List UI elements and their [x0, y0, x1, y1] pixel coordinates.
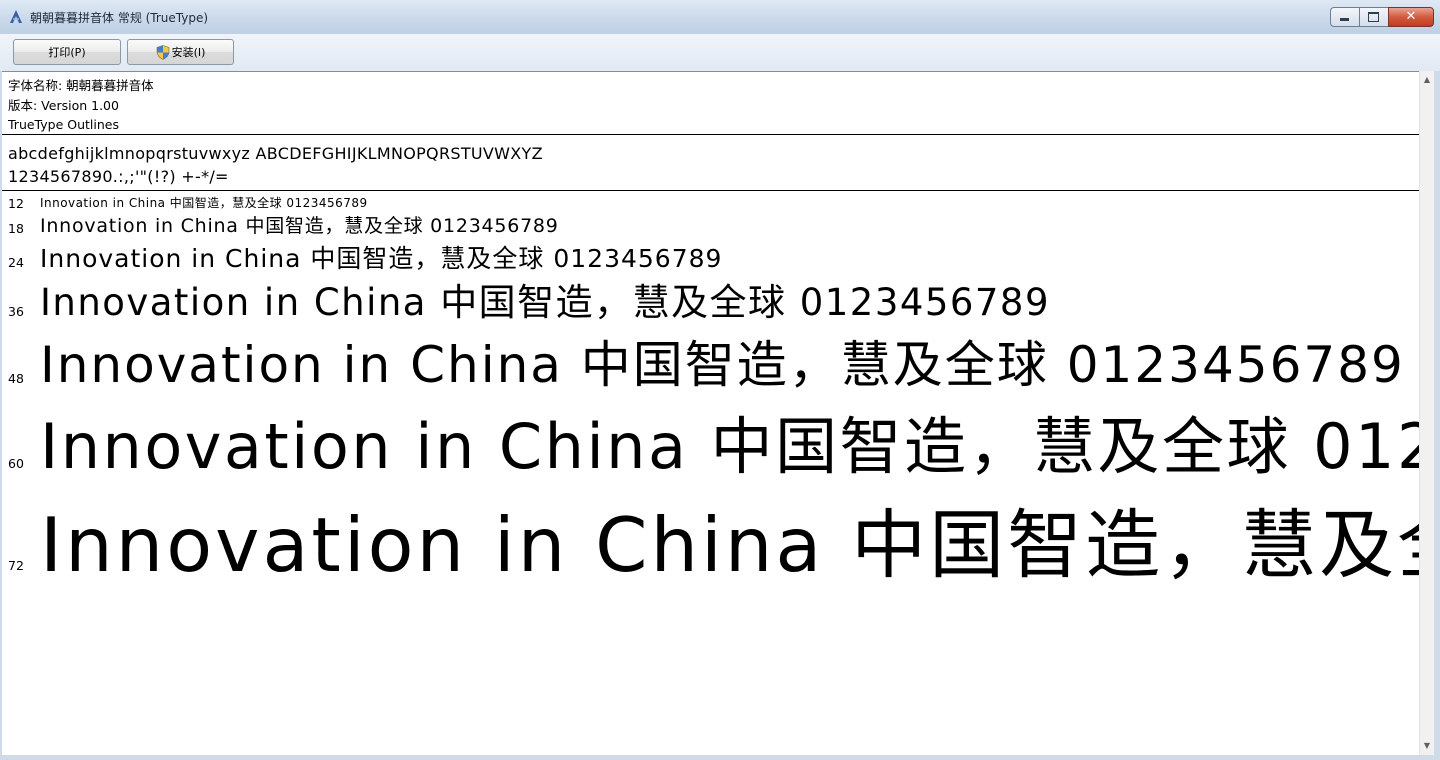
size-label-60: 60 [8, 456, 24, 471]
character-set: abcdefghijklmnopqrstuvwxyz ABCDEFGHIJKLM… [8, 142, 543, 188]
size-label-48: 48 [8, 371, 24, 386]
vertical-scrollbar[interactable]: ▲ ▼ [1419, 71, 1434, 755]
size-label-36: 36 [8, 304, 24, 319]
digits-symbols-line: 1234567890.:,;'"(!?) +-*/= [8, 167, 229, 186]
install-button[interactable]: 安装(I) [127, 39, 234, 65]
sample-text-48: Innovation in China 中国智造，慧及全球 0123456789 [40, 336, 1405, 394]
font-info: 字体名称: 朝朝暮暮拼音体 版本: Version 1.00 TrueType … [8, 76, 154, 135]
size-label-72: 72 [8, 558, 24, 573]
toolbar: 打印(P) 安装(I) [0, 34, 1440, 71]
window-frame-bottom [0, 755, 1440, 760]
close-icon: ✕ [1405, 9, 1417, 24]
divider [2, 134, 1419, 135]
window-title: 朝朝暮暮拼音体 常规 (TrueType) [30, 11, 209, 25]
font-viewer-icon [10, 10, 22, 23]
outline-type-line: TrueType Outlines [8, 117, 119, 132]
minimize-icon [1340, 18, 1349, 21]
size-label-18: 18 [8, 221, 24, 236]
window-controls: ✕ [1330, 7, 1434, 27]
letters-line: abcdefghijklmnopqrstuvwxyz ABCDEFGHIJKLM… [8, 144, 543, 163]
print-button-label: 打印(P) [48, 46, 86, 59]
version-line: 版本: Version 1.00 [8, 97, 119, 113]
sample-text-36: Innovation in China 中国智造，慧及全球 0123456789 [40, 281, 1050, 324]
sample-text-12: Innovation in China 中国智造，慧及全球 0123456789 [40, 196, 368, 210]
scroll-up-arrow-icon[interactable]: ▲ [1422, 75, 1432, 85]
maximize-button[interactable] [1359, 7, 1388, 27]
install-button-label: 安装(I) [171, 46, 206, 59]
close-button[interactable]: ✕ [1388, 7, 1434, 27]
sample-text-24: Innovation in China 中国智造，慧及全球 0123456789 [40, 244, 723, 273]
print-button[interactable]: 打印(P) [13, 39, 121, 65]
size-label-12: 12 [8, 196, 24, 211]
sample-text-18: Innovation in China 中国智造，慧及全球 0123456789 [40, 215, 559, 237]
title-bar[interactable]: 朝朝暮暮拼音体 常规 (TrueType) ✕ [0, 0, 1440, 34]
size-label-24: 24 [8, 255, 24, 270]
maximize-icon [1368, 12, 1379, 22]
uac-shield-icon [156, 44, 169, 60]
font-name-line: 字体名称: 朝朝暮暮拼音体 [8, 78, 154, 93]
sample-text-72: Innovation in China 中国智造，慧及全球 0123456789 [40, 501, 1419, 589]
sample-text-60: Innovation in China 中国智造，慧及全球 0123456789 [40, 410, 1419, 483]
font-preview-pane: 字体名称: 朝朝暮暮拼音体 版本: Version 1.00 TrueType … [2, 71, 1419, 756]
window-frame-right [1434, 71, 1440, 760]
scroll-down-arrow-icon[interactable]: ▼ [1422, 741, 1432, 751]
divider [2, 190, 1419, 191]
minimize-button[interactable] [1330, 7, 1359, 27]
